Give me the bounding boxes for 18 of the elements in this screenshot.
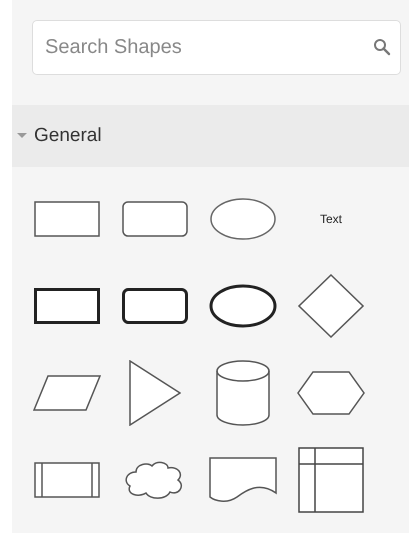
document-shape[interactable] [209, 456, 277, 502]
text-shape[interactable]: Text [320, 212, 342, 226]
internal-storage-shape[interactable] [298, 446, 364, 512]
rectangle-shape[interactable] [34, 288, 100, 324]
parallelogram-shape[interactable] [33, 374, 101, 410]
search-field[interactable]: Search Shapes [32, 20, 401, 75]
cylinder-shape[interactable] [216, 360, 270, 426]
rounded-rectangle-shape[interactable] [122, 288, 188, 324]
ellipse-shape[interactable] [209, 284, 277, 328]
hexagon-shape[interactable] [297, 370, 365, 414]
section-title: General [34, 125, 102, 147]
process-shape[interactable] [34, 462, 100, 498]
triangle-shape[interactable] [129, 360, 181, 426]
diamond-shape[interactable] [298, 274, 364, 338]
section-header[interactable]: General [12, 105, 409, 167]
rounded-rectangle-shape[interactable] [122, 200, 188, 236]
rectangle-shape[interactable] [34, 200, 100, 236]
search-icon[interactable] [373, 38, 391, 56]
